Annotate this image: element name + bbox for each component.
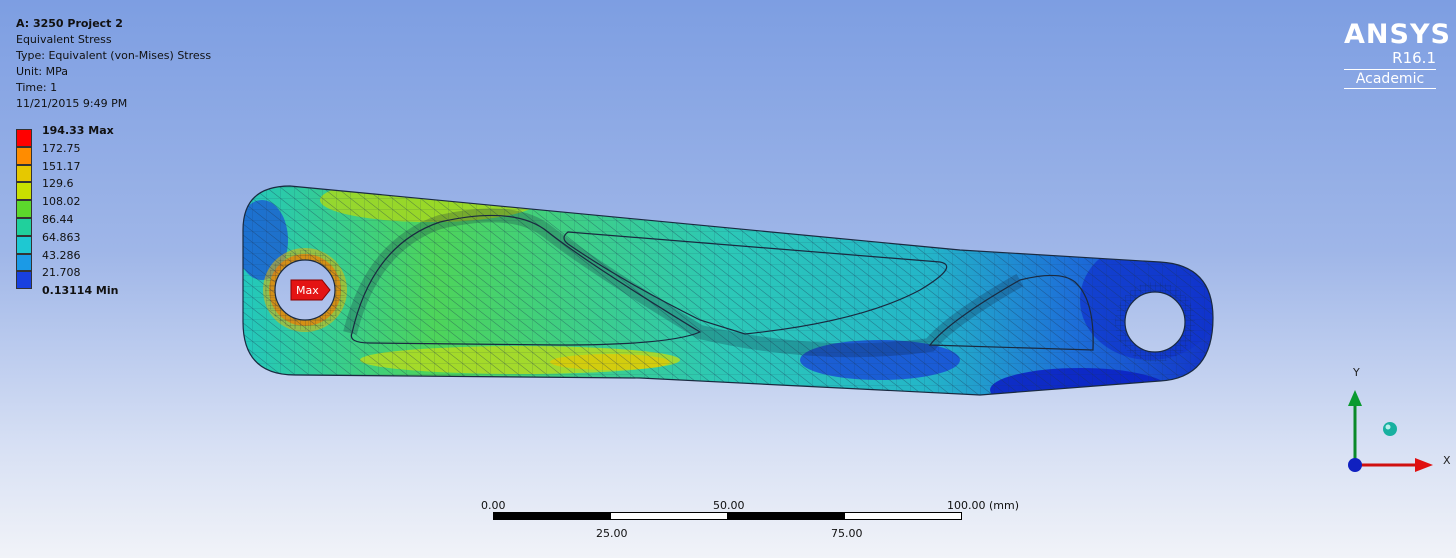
scale-tick-bottom: 75.00 (831, 527, 863, 540)
y-axis-label: Y (1353, 366, 1360, 379)
x-axis-label: X (1443, 454, 1451, 467)
scale-tick-top: 50.00 (713, 499, 745, 512)
scale-segment (610, 512, 728, 520)
scale-tick-top: 100.00 (mm) (947, 499, 1019, 512)
max-probe-label: Max (296, 284, 319, 297)
scale-ruler: 0.00 50.00 100.00 (mm) 25.00 75.00 (462, 495, 1062, 545)
scale-segment (493, 512, 611, 520)
max-probe[interactable]: Max (290, 279, 331, 301)
scale-tick-top: 0.00 (481, 499, 506, 512)
scale-tick-bottom: 25.00 (596, 527, 628, 540)
axis-triad[interactable]: Y X (1335, 360, 1456, 480)
scale-segment (844, 512, 962, 520)
scale-segment (727, 512, 845, 520)
stress-contour-model[interactable]: Max (0, 0, 1456, 558)
